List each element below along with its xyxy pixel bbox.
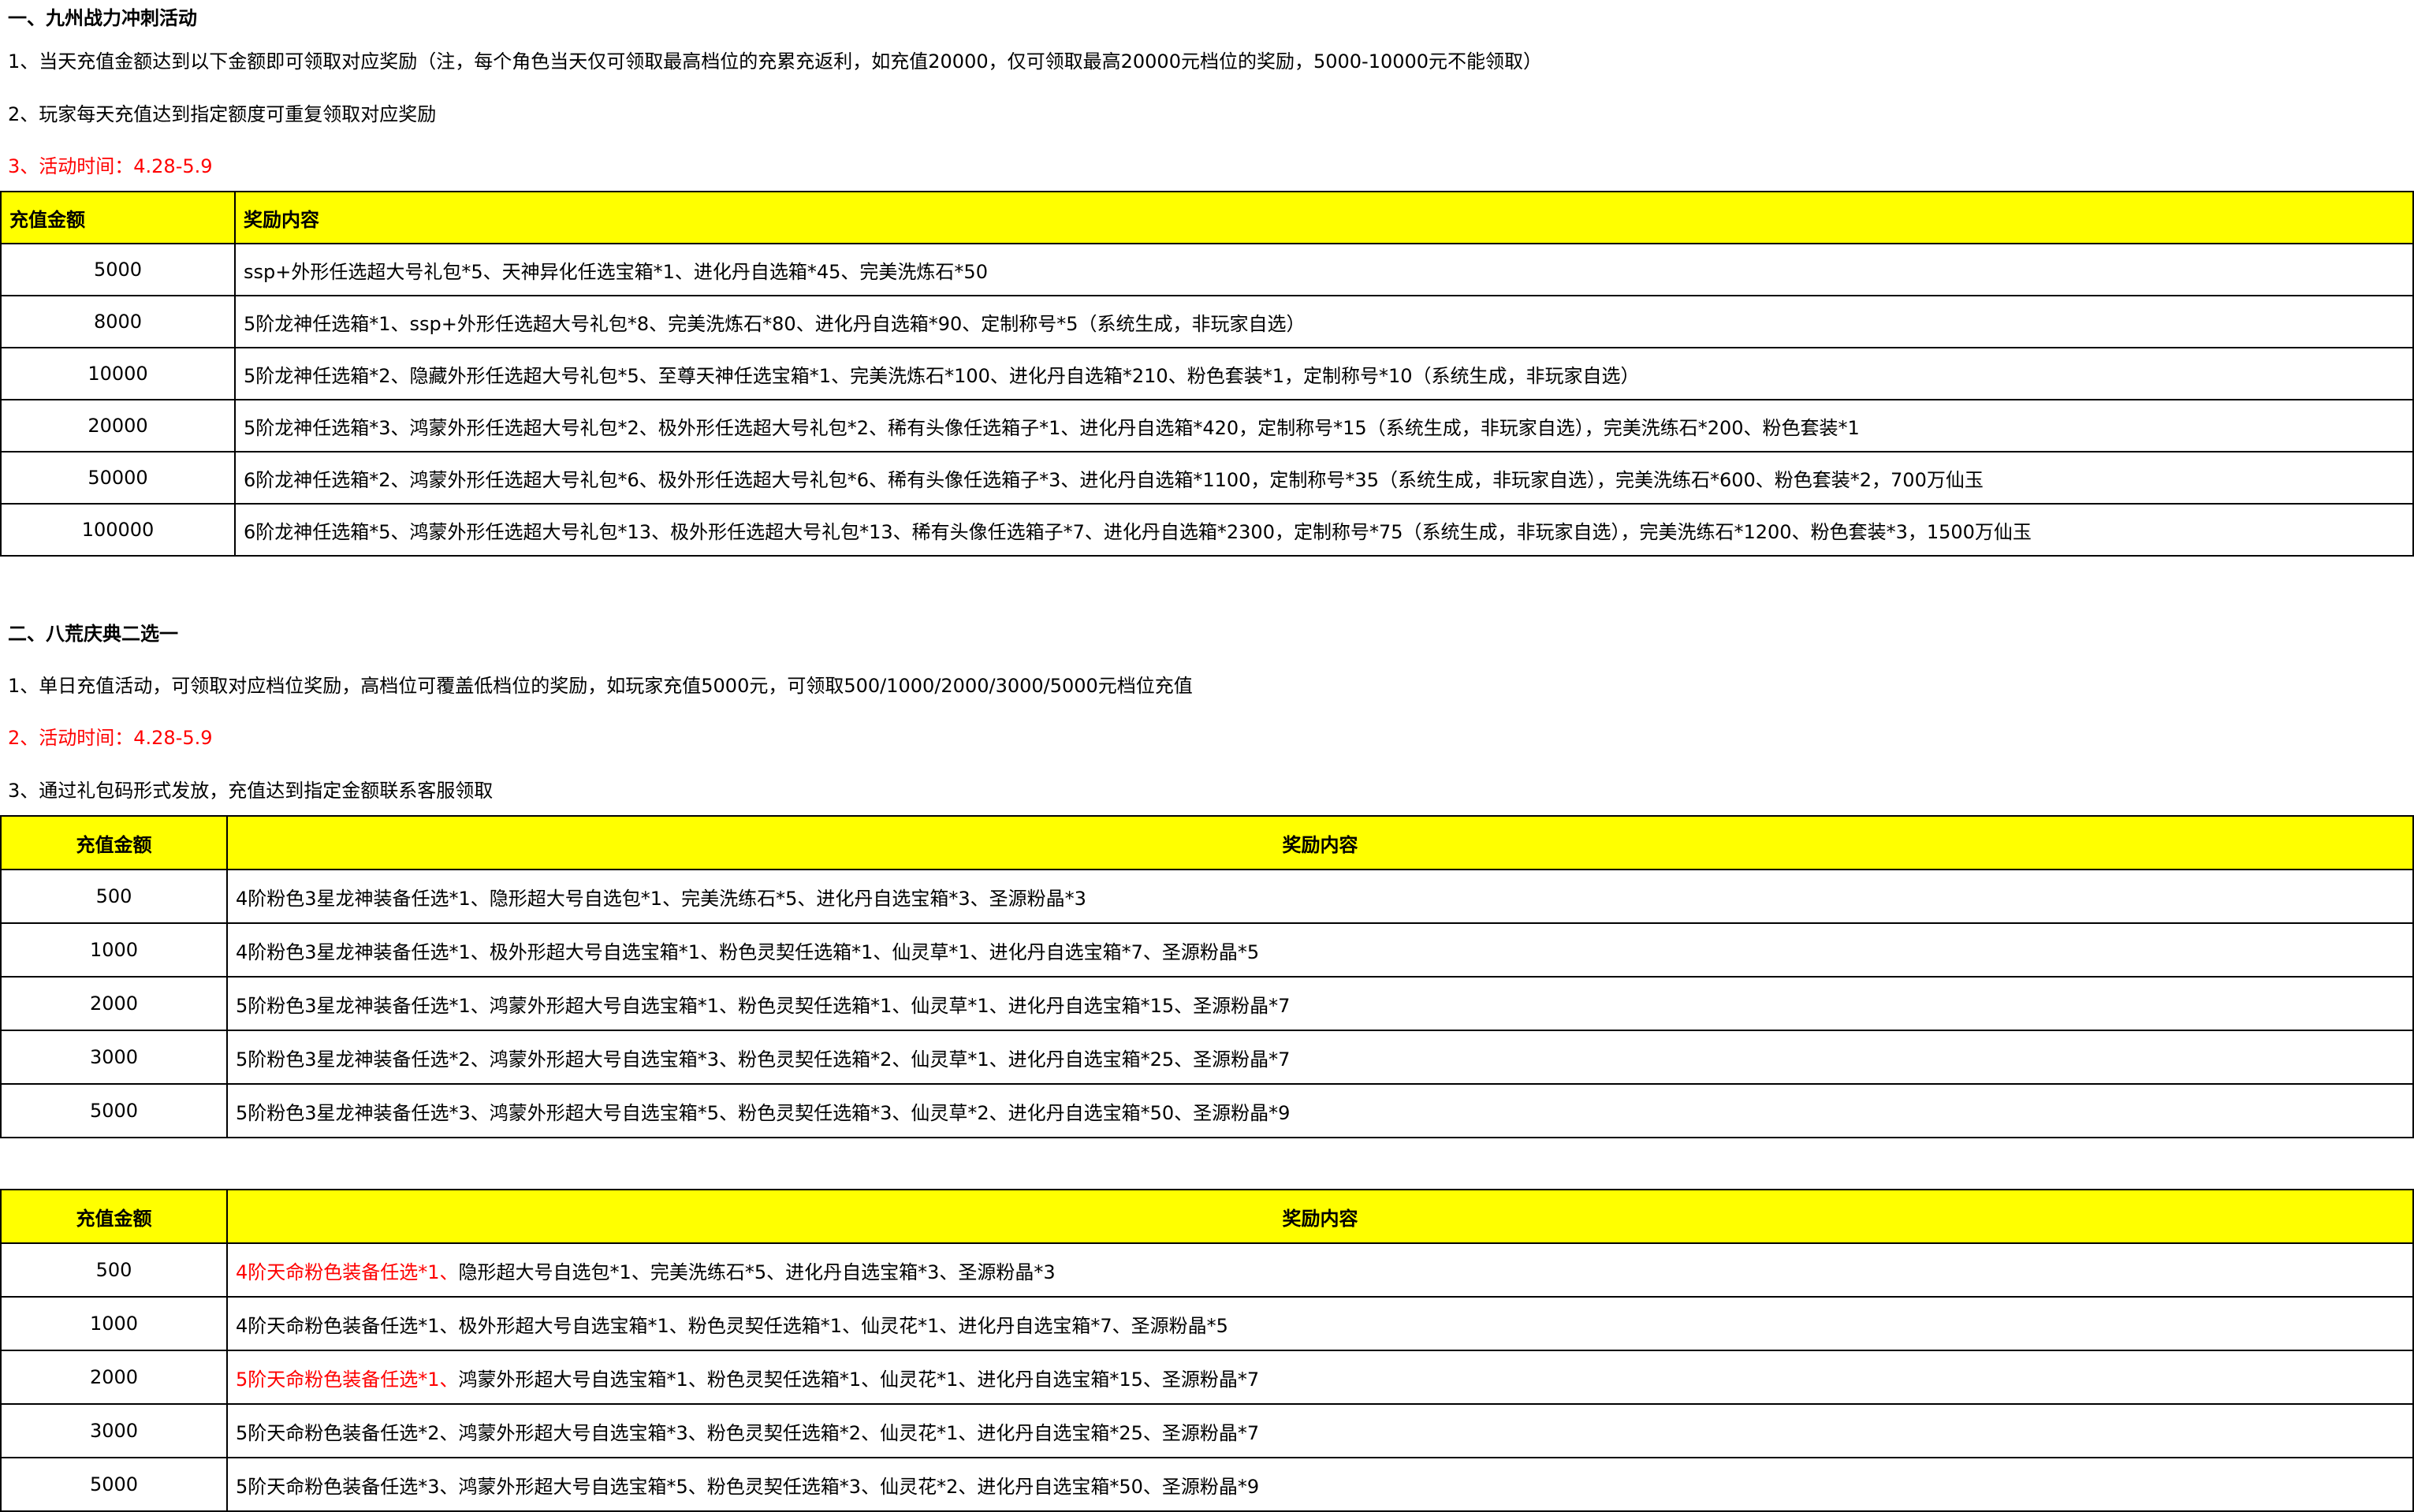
reward-cell: 5阶粉色3星龙神装备任选*2、鸿蒙外形超大号自选宝箱*3、粉色灵契任选箱*2、仙… [226,1030,2414,1085]
reward-cell: 4阶粉色3星龙神装备任选*1、极外形超大号自选宝箱*1、粉色灵契任选箱*1、仙灵… [226,922,2414,978]
amount-cell: 10000 [0,347,236,400]
amount-cell: 3000 [0,1030,228,1085]
header-reward: 奖励内容 [226,1189,2414,1244]
reward-text: 鸿蒙外形超大号自选宝箱*1、粉色灵契任选箱*1、仙灵花*1、进化丹自选宝箱*15… [458,1368,1260,1391]
amount-cell: 3000 [0,1403,228,1458]
reward-text: 隐形超大号自选包*1、完美洗练石*5、进化丹自选宝箱*3、圣源粉晶*3 [458,1261,1056,1283]
table-row: 3000 5阶粉色3星龙神装备任选*2、鸿蒙外形超大号自选宝箱*3、粉色灵契任选… [0,1030,2414,1085]
reward-cell: 6阶龙神任选箱*5、鸿蒙外形任选超大号礼包*13、极外形任选超大号礼包*13、稀… [234,503,2414,557]
header-amount: 充值金额 [0,191,236,244]
highlighted-reward: 4阶天命粉色装备任选*1、 [236,1261,459,1283]
section2-reward-table-a: 充值金额 奖励内容 500 4阶粉色3星龙神装备任选*1、隐形超大号自选包*1、… [0,815,2414,1138]
reward-cell: 4阶天命粉色装备任选*1、隐形超大号自选包*1、完美洗练石*5、进化丹自选宝箱*… [226,1242,2414,1298]
section2-note-3: 3、通过礼包码形式发放，充值达到指定金额联系客服领取 [8,780,494,802]
amount-cell: 5000 [0,243,236,296]
table-row: 100000 6阶龙神任选箱*5、鸿蒙外形任选超大号礼包*13、极外形任选超大号… [0,503,2414,557]
table-row: 500 4阶粉色3星龙神装备任选*1、隐形超大号自选包*1、完美洗练石*5、进化… [0,869,2414,924]
table-row: 1000 4阶天命粉色装备任选*1、极外形超大号自选宝箱*1、粉色灵契任选箱*1… [0,1296,2414,1351]
reward-cell: 5阶龙神任选箱*3、鸿蒙外形任选超大号礼包*2、极外形任选超大号礼包*2、稀有头… [234,399,2414,452]
table-row: 1000 4阶粉色3星龙神装备任选*1、极外形超大号自选宝箱*1、粉色灵契任选箱… [0,922,2414,978]
table-row: 500 4阶天命粉色装备任选*1、隐形超大号自选包*1、完美洗练石*5、进化丹自… [0,1242,2414,1298]
table-row: 5000 ssp+外形任选超大号礼包*5、天神异化任选宝箱*1、进化丹自选箱*4… [0,243,2414,296]
reward-text: 5阶天命粉色装备任选*3、鸿蒙外形超大号自选宝箱*5、粉色灵契任选箱*3、仙灵花… [236,1475,1260,1498]
reward-cell: 4阶粉色3星龙神装备任选*1、隐形超大号自选包*1、完美洗练石*5、进化丹自选宝… [226,869,2414,924]
table-row: 2000 5阶粉色3星龙神装备任选*1、鸿蒙外形超大号自选宝箱*1、粉色灵契任选… [0,976,2414,1031]
section1-reward-table: 充值金额 奖励内容 5000 ssp+外形任选超大号礼包*5、天神异化任选宝箱*… [0,191,2414,557]
highlighted-reward: 5阶天命粉色装备任选*1、 [236,1368,459,1391]
reward-cell: 5阶龙神任选箱*2、隐藏外形任选超大号礼包*5、至尊天神任选宝箱*1、完美洗炼石… [234,347,2414,400]
amount-cell: 2000 [0,976,228,1031]
section2-title: 二、八荒庆典二选一 [8,623,178,645]
reward-text: 4阶天命粉色装备任选*1、极外形超大号自选宝箱*1、粉色灵契任选箱*1、仙灵花*… [236,1314,1228,1337]
section1-note-1: 1、当天充值金额达到以下金额即可领取对应奖励（注，每个角色当天仅可领取最高档位的… [8,50,1543,73]
amount-cell: 1000 [0,1296,228,1351]
amount-cell: 5000 [0,1083,228,1138]
header-amount: 充值金额 [0,815,228,870]
section1-note-2: 2、玩家每天充值达到指定额度可重复领取对应奖励 [8,103,437,125]
reward-cell: 5阶粉色3星龙神装备任选*3、鸿蒙外形超大号自选宝箱*5、粉色灵契任选箱*3、仙… [226,1083,2414,1138]
amount-cell: 8000 [0,295,236,348]
section2-reward-table-b: 充值金额 奖励内容 500 4阶天命粉色装备任选*1、隐形超大号自选包*1、完美… [0,1189,2414,1512]
reward-cell: 5阶龙神任选箱*1、ssp+外形任选超大号礼包*8、完美洗炼石*80、进化丹自选… [234,295,2414,348]
section2-note-2: 2、活动时间：4.28-5.9 [8,727,213,749]
reward-cell: 5阶天命粉色装备任选*3、鸿蒙外形超大号自选宝箱*5、粉色灵契任选箱*3、仙灵花… [226,1457,2414,1512]
table-row: 5000 5阶天命粉色装备任选*3、鸿蒙外形超大号自选宝箱*5、粉色灵契任选箱*… [0,1457,2414,1512]
table-row: 50000 6阶龙神任选箱*2、鸿蒙外形任选超大号礼包*6、极外形任选超大号礼包… [0,451,2414,505]
reward-cell: 4阶天命粉色装备任选*1、极外形超大号自选宝箱*1、粉色灵契任选箱*1、仙灵花*… [226,1296,2414,1351]
section1-note-3: 3、活动时间：4.28-5.9 [8,155,213,177]
reward-cell: 5阶粉色3星龙神装备任选*1、鸿蒙外形超大号自选宝箱*1、粉色灵契任选箱*1、仙… [226,976,2414,1031]
amount-cell: 50000 [0,451,236,505]
reward-text: 5阶天命粉色装备任选*2、鸿蒙外形超大号自选宝箱*3、粉色灵契任选箱*2、仙灵花… [236,1421,1260,1444]
table-header-row: 充值金额 奖励内容 [0,191,2414,244]
section2-note-1: 1、单日充值活动，可领取对应档位奖励，高档位可覆盖低档位的奖励，如玩家充值500… [8,675,1193,697]
amount-cell: 20000 [0,399,236,452]
table-row: 10000 5阶龙神任选箱*2、隐藏外形任选超大号礼包*5、至尊天神任选宝箱*1… [0,347,2414,400]
table-row: 2000 5阶天命粉色装备任选*1、鸿蒙外形超大号自选宝箱*1、粉色灵契任选箱*… [0,1350,2414,1405]
amount-cell: 500 [0,1242,228,1298]
header-reward: 奖励内容 [226,815,2414,870]
amount-cell: 500 [0,869,228,924]
table-row: 5000 5阶粉色3星龙神装备任选*3、鸿蒙外形超大号自选宝箱*5、粉色灵契任选… [0,1083,2414,1138]
reward-cell: 5阶天命粉色装备任选*2、鸿蒙外形超大号自选宝箱*3、粉色灵契任选箱*2、仙灵花… [226,1403,2414,1458]
table-row: 3000 5阶天命粉色装备任选*2、鸿蒙外形超大号自选宝箱*3、粉色灵契任选箱*… [0,1403,2414,1458]
amount-cell: 1000 [0,922,228,978]
reward-cell: 6阶龙神任选箱*2、鸿蒙外形任选超大号礼包*6、极外形任选超大号礼包*6、稀有头… [234,451,2414,505]
reward-cell: ssp+外形任选超大号礼包*5、天神异化任选宝箱*1、进化丹自选箱*45、完美洗… [234,243,2414,296]
section1-title: 一、九州战力冲刺活动 [8,7,197,29]
header-amount: 充值金额 [0,1189,228,1244]
table-row: 20000 5阶龙神任选箱*3、鸿蒙外形任选超大号礼包*2、极外形任选超大号礼包… [0,399,2414,452]
amount-cell: 100000 [0,503,236,557]
amount-cell: 2000 [0,1350,228,1405]
reward-cell: 5阶天命粉色装备任选*1、鸿蒙外形超大号自选宝箱*1、粉色灵契任选箱*1、仙灵花… [226,1350,2414,1405]
header-reward: 奖励内容 [234,191,2414,244]
table-header-row: 充值金额 奖励内容 [0,815,2414,870]
table-header-row: 充值金额 奖励内容 [0,1189,2414,1244]
table-row: 8000 5阶龙神任选箱*1、ssp+外形任选超大号礼包*8、完美洗炼石*80、… [0,295,2414,348]
amount-cell: 5000 [0,1457,228,1512]
